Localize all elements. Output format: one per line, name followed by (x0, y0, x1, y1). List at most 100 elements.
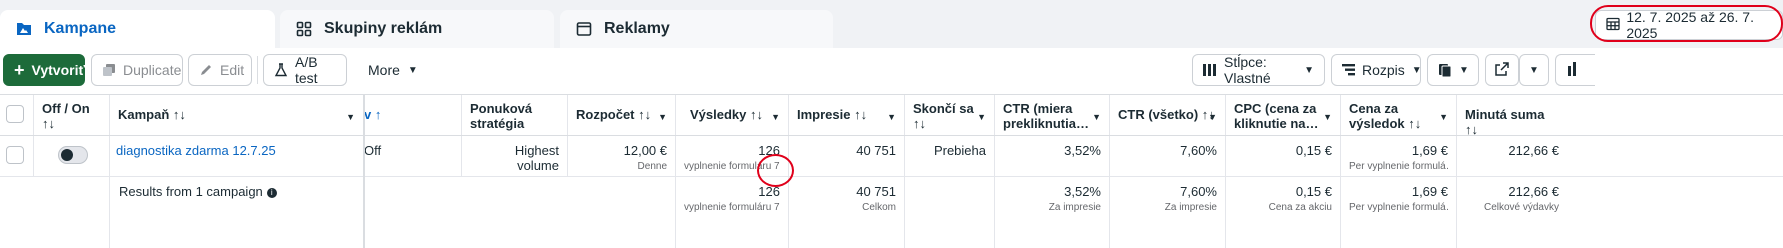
header-ctr-link[interactable]: CTR (miera prekliknutia… ▼ (995, 95, 1110, 135)
campaign-toggle[interactable] (58, 146, 88, 164)
tab-campaigns[interactable]: Kampane (0, 10, 275, 48)
cpc-cell: 0,15 € (1226, 136, 1341, 176)
table-row[interactable]: diagnostika zdarma 12.7.25 Off Highest v… (0, 136, 1783, 177)
summary-ctr-link-value: 3,52% (1064, 184, 1101, 199)
date-range-picker[interactable]: 12. 7. 2025 až 26. 7. 2025 (1595, 9, 1783, 41)
ab-test-label: A/B test (295, 54, 318, 86)
summary-ctr-all-sub: Za impresie (1164, 202, 1217, 213)
summary-impressions-sub: Celkom (862, 202, 896, 213)
create-label: Vytvoriť (31, 62, 86, 78)
cost-per-result-value: 1,69 € (1411, 143, 1448, 158)
campaign-table: Off / On ↑↓ Kampaň ↑↓ ▼ v ↑ Ponuková str… (0, 94, 1783, 248)
edit-label: Edit (220, 62, 245, 78)
header-label: kliknutie na… (1234, 116, 1319, 131)
cost-per-result-cell: 1,69 € Per vyplnenie formulá… (1341, 136, 1457, 176)
frozen-column-divider (363, 94, 365, 248)
summary-spacer (0, 177, 110, 248)
columns-icon (1203, 64, 1217, 76)
header-ends[interactable]: Skončí sa ↑↓ ▼ (905, 95, 995, 135)
header-label: prekliknutia… (1003, 116, 1089, 131)
breakdown-icon (1342, 64, 1355, 76)
summary-ctr-link-sub: Za impresie (1048, 202, 1101, 213)
ctr-all-value: 7,60% (1180, 143, 1217, 158)
create-button[interactable]: + Vytvoriť (3, 54, 85, 86)
header-budget[interactable]: Rozpočet ↑↓ ▼ (568, 95, 676, 135)
breakdown-label: Rozpis (1362, 62, 1405, 78)
chart-toggle-button[interactable] (1555, 54, 1595, 86)
ab-test-button[interactable]: A/B test (263, 54, 347, 86)
header-ctr-all[interactable]: CTR (všetko) ↑↓ ▼ (1110, 95, 1226, 135)
tab-ad-sets[interactable]: Skupiny reklám (280, 10, 554, 48)
tab-label: Kampane (44, 20, 117, 37)
reports-button[interactable]: ▼ (1427, 54, 1479, 86)
chevron-down-icon: ▼ (1092, 112, 1101, 122)
budget-value[interactable]: 12,00 € (576, 143, 667, 158)
summary-empty (462, 177, 676, 248)
summary-results-value: 126 (758, 184, 780, 199)
duplicate-button[interactable]: Duplicate (91, 54, 183, 86)
header-campaign[interactable]: Kampaň ↑↓ ▼ (110, 95, 364, 135)
budget-sub: Denne (637, 161, 667, 172)
row-checkbox[interactable] (6, 146, 24, 164)
delivery-status: Off (364, 143, 382, 158)
chevron-down-icon: ▼ (1459, 64, 1469, 76)
header-label: Impresie ↑↓ (797, 107, 868, 122)
header-amount-spent[interactable]: Minutá suma ↑↓ (1457, 95, 1567, 135)
ends-value: Prebieha (933, 143, 986, 158)
summary-ctr-link-cell: 3,52% Za impresie (995, 177, 1110, 248)
header-delivery[interactable]: v ↑ (364, 95, 462, 135)
export-menu-button[interactable]: ▼ (1519, 54, 1549, 86)
plus-icon: + (14, 60, 25, 80)
header-results[interactable]: Výsledky ↑↓ ▼ (676, 95, 789, 135)
header-label: Ponuková (470, 101, 533, 116)
row-toggle-cell (34, 136, 110, 176)
edit-button[interactable]: Edit (188, 54, 252, 86)
summary-amount-spent-value: 212,66 € (1508, 184, 1559, 199)
columns-button[interactable]: Stĺpce: Vlastné ▼ (1192, 54, 1325, 86)
toggle-knob (61, 149, 73, 161)
bar-chart-icon (1568, 61, 1580, 79)
chevron-down-icon: ▼ (1208, 112, 1217, 122)
amount-spent-value: 212,66 € (1508, 143, 1559, 158)
campaign-name-link[interactable]: diagnostika zdarma 12.7.25 (116, 143, 355, 158)
summary-cost-per-result-value: 1,69 € (1411, 184, 1448, 199)
columns-label: Stĺpce: Vlastné (1224, 54, 1271, 86)
chevron-down-icon: ▼ (977, 112, 986, 122)
summary-cpc-value: 0,15 € (1295, 184, 1332, 199)
folder-icon (14, 19, 34, 39)
header-bid-strategy[interactable]: Ponuková stratégia (462, 95, 568, 135)
header-impressions[interactable]: Impresie ↑↓ ▼ (789, 95, 905, 135)
export-button[interactable] (1485, 54, 1519, 86)
header-cpc[interactable]: CPC (cena za kliknutie na… ▼ (1226, 95, 1341, 135)
summary-ctr-all-value: 7,60% (1180, 184, 1217, 199)
summary-cpc-cell: 0,15 € Cena za akciu (1226, 177, 1341, 248)
select-all-checkbox[interactable] (6, 105, 24, 123)
tab-label: Reklamy (604, 20, 670, 37)
chevron-down-icon: ▼ (658, 112, 667, 122)
chevron-down-icon: ▼ (1323, 112, 1332, 122)
cpc-value: 0,15 € (1295, 143, 1332, 158)
more-button[interactable]: More ▼ (358, 54, 420, 86)
tab-label: Skupiny reklám (324, 20, 443, 37)
chevron-down-icon: ▼ (1439, 112, 1448, 122)
row-select-cell (0, 136, 34, 176)
header-cost-per-result[interactable]: Cena za výsledok ↑↓ ▼ (1341, 95, 1457, 135)
pencil-icon (199, 63, 213, 77)
chevron-down-icon: ▼ (887, 112, 896, 122)
info-icon[interactable]: i (266, 187, 277, 198)
summary-cost-per-result-cell: 1,69 € Per vyplnenie formulá… (1341, 177, 1457, 248)
header-label: v ↑ (364, 107, 382, 122)
header-label: Off / On (42, 101, 90, 116)
bid-strategy-value: Highest volume (514, 143, 559, 173)
header-label: CPC (cena za (1234, 101, 1317, 116)
header-off-on[interactable]: Off / On ↑↓ (34, 95, 110, 135)
header-label: Rozpočet ↑↓ (576, 107, 652, 122)
grid-icon (294, 19, 314, 39)
summary-ctr-all-cell: 7,60% Za impresie (1110, 177, 1226, 248)
amount-spent-cell: 212,66 € (1457, 136, 1567, 176)
tab-ads[interactable]: Reklamy (560, 10, 833, 48)
header-label: CTR (všetko) ↑↓ (1118, 107, 1215, 122)
duplicate-label: Duplicate (123, 62, 182, 78)
breakdown-button[interactable]: Rozpis ▼ (1331, 54, 1422, 86)
tab-bar: Kampane Skupiny reklám Reklamy 12. 7. 20… (0, 0, 1783, 48)
